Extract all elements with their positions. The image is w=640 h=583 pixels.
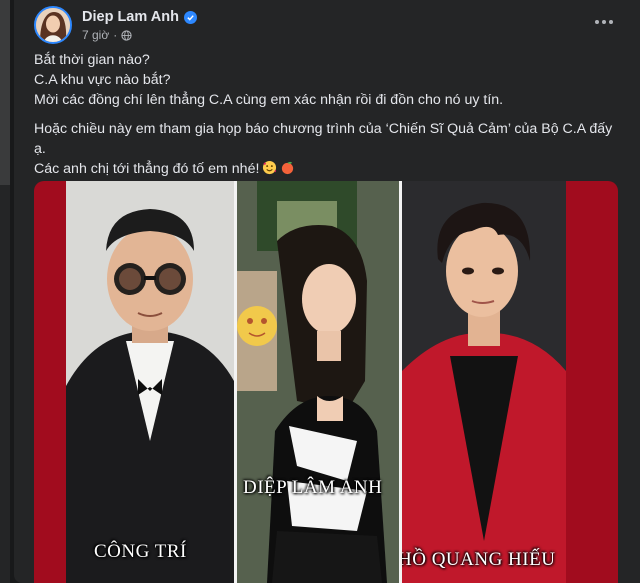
person-image [66, 181, 234, 583]
separator-dot: · [113, 28, 118, 42]
avatar-image [36, 8, 70, 42]
post-text-line: C.A khu vực nào bắt? [34, 72, 171, 88]
caption-cong-tri: CÔNG TRÍ [94, 541, 187, 562]
post-time[interactable]: 7 giờ [82, 28, 109, 42]
smiling-face-with-hearts-icon [263, 160, 278, 175]
collage-panel-3: HỒ QUANG HIẾU [402, 181, 566, 583]
caption-ho-quang-hieu: HỒ QUANG HIẾU [402, 549, 556, 570]
collage-panel-1: CÔNG TRÍ [66, 181, 234, 583]
left-sidebar-edge [0, 0, 10, 583]
post-text-span: Các anh chị tới thẳng đó tố em nhé! [34, 161, 260, 177]
post-meta: 7 giờ · [82, 28, 132, 42]
post-text-line: Hoặc chiều này em tham gia họp báo chươn… [34, 121, 613, 137]
verified-badge-icon [183, 10, 197, 24]
person-image [237, 181, 399, 583]
peach-icon [282, 161, 294, 175]
post-text: Bắt thời gian nào? C.A khu vực nào bắt? … [34, 50, 624, 179]
person-image [402, 181, 566, 583]
collage-panel-2: DIỆP LÂM ANH [237, 181, 399, 583]
more-dots-icon [595, 20, 599, 24]
post-text-line: Bắt thời gian nào? [34, 52, 150, 68]
post-header: Diep Lam Anh 7 giờ · [34, 6, 624, 46]
post-text-line: Các anh chị tới thẳng đó tố em nhé! [34, 159, 624, 179]
post-text-line: Mời các đồng chí lên thẳng C.A cùng em x… [34, 92, 504, 108]
post-text-line: ạ. [34, 141, 46, 157]
more-options-button[interactable] [590, 8, 618, 36]
post-card: Diep Lam Anh 7 giờ · Bắt thời gian nào? … [14, 0, 640, 583]
image-collage[interactable]: CÔNG TRÍ DIỆP LÂM ANH HỒ QUANG HIẾU [34, 181, 618, 583]
avatar[interactable] [34, 6, 72, 44]
sidebar-segment [0, 0, 10, 185]
caption-diep-lam-anh: DIỆP LÂM ANH [243, 477, 383, 498]
author-row: Diep Lam Anh [82, 9, 197, 25]
author-name[interactable]: Diep Lam Anh [82, 9, 179, 25]
globe-icon [121, 29, 132, 41]
